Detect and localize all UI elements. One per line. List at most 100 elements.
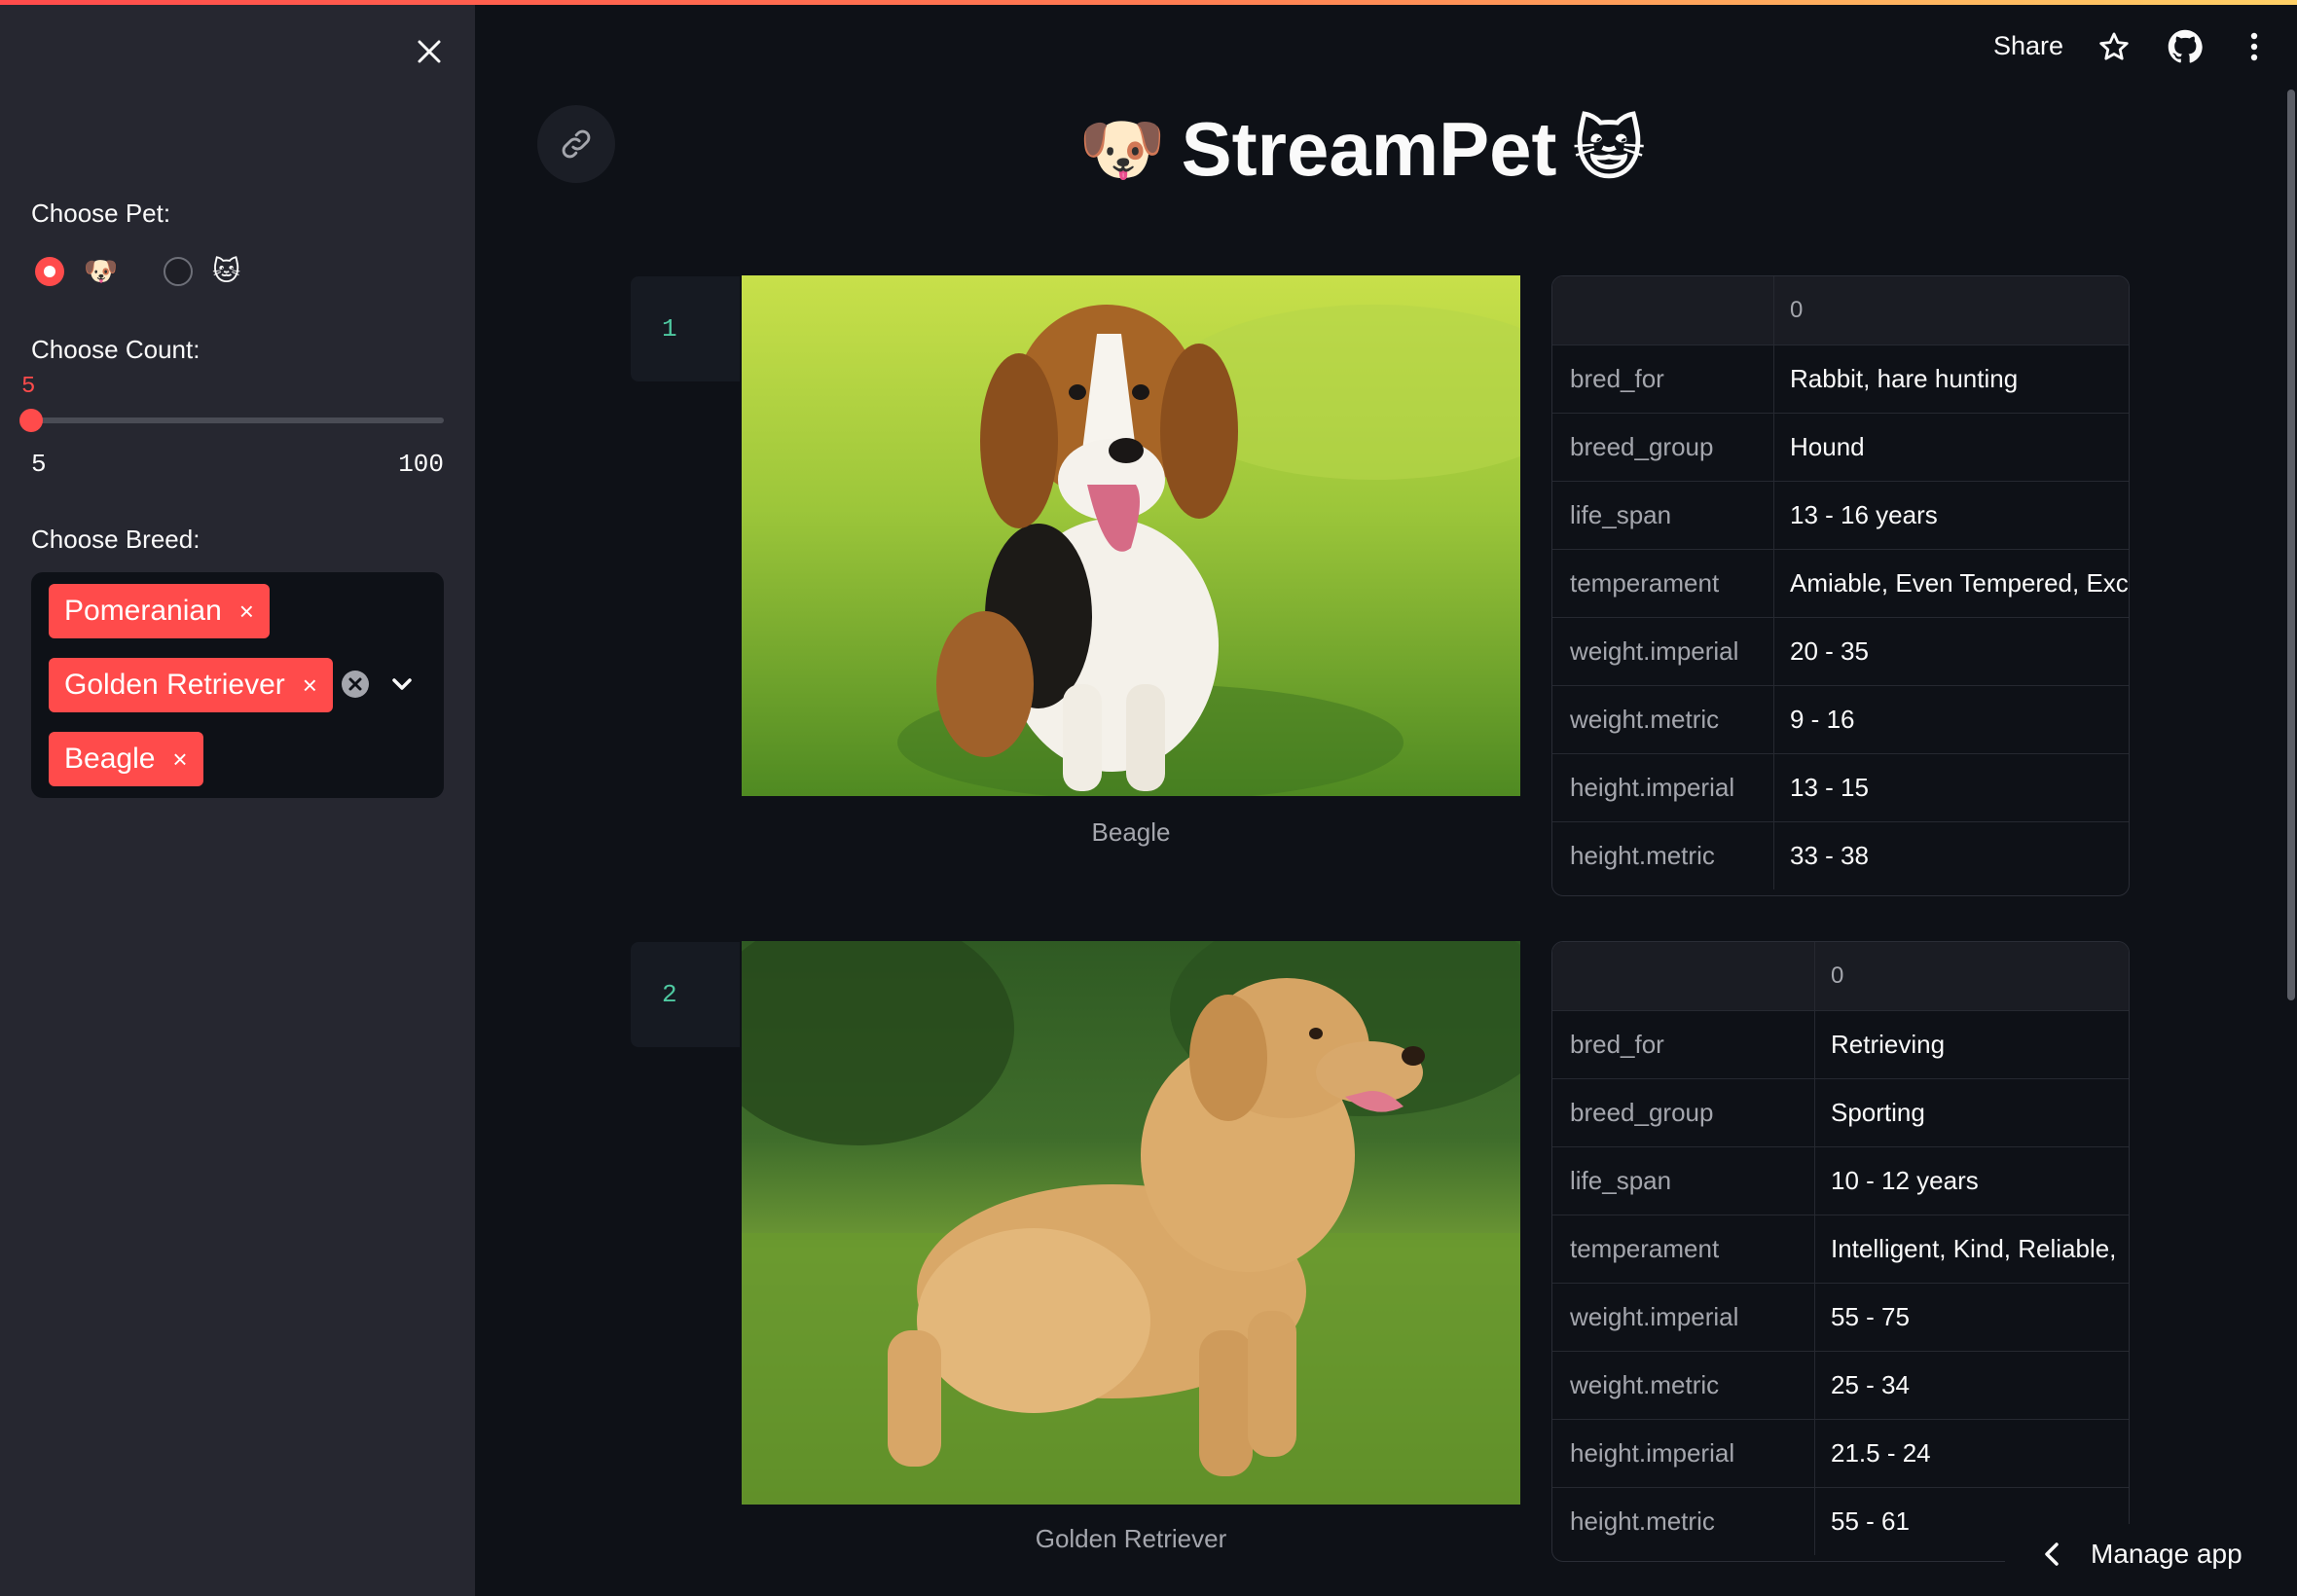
- count-slider-thumb[interactable]: [19, 409, 43, 432]
- row-index: 1: [631, 276, 740, 381]
- row-value: 13 - 16 years: [1790, 500, 1938, 529]
- row-key: bred_for: [1552, 345, 1774, 413]
- table-row: bred_for Retrieving: [1552, 1010, 2129, 1078]
- close-sidebar-button[interactable]: [409, 31, 450, 72]
- row-key: weight.imperial: [1552, 618, 1774, 685]
- row-value: Amiable, Even Tempered, Exci: [1790, 568, 2129, 598]
- page-scrollbar[interactable]: [2287, 90, 2295, 1000]
- table-row: weight.imperial 55 - 75: [1552, 1283, 2129, 1351]
- table-header-row: 0: [1552, 276, 2129, 345]
- breed-chip-label: Pomeranian: [64, 595, 222, 627]
- row-key: life_span: [1552, 482, 1774, 549]
- column-header: 0: [1831, 962, 1844, 989]
- row-key: temperament: [1552, 1215, 1815, 1283]
- count-slider-value: 5: [21, 374, 36, 400]
- anchor-link-button[interactable]: [537, 105, 615, 183]
- github-icon: [2168, 29, 2203, 63]
- pet-radio-dog[interactable]: [35, 257, 64, 286]
- table-row: weight.metric 9 - 16: [1552, 685, 2129, 753]
- manage-app-button[interactable]: Manage app: [2005, 1524, 2289, 1584]
- row-key: breed_group: [1552, 1079, 1815, 1146]
- row-key: height.imperial: [1552, 754, 1774, 821]
- choose-pet-label: Choose Pet:: [31, 199, 171, 228]
- clear-all-icon[interactable]: [341, 670, 370, 699]
- table-row: height.imperial 21.5 - 24: [1552, 1419, 2129, 1487]
- table-row: breed_group Hound: [1552, 413, 2129, 481]
- row-value: 55 - 75: [1831, 1302, 1910, 1331]
- column-header: 0: [1790, 297, 1804, 323]
- pet-radio-cat[interactable]: [164, 257, 193, 286]
- share-button[interactable]: Share: [1993, 31, 2063, 61]
- row-key: breed_group: [1552, 414, 1774, 481]
- row-key: height.imperial: [1552, 1420, 1815, 1487]
- breed-chip: Pomeranian ×: [49, 584, 270, 638]
- choose-count-label: Choose Count:: [31, 335, 201, 364]
- remove-chip-icon[interactable]: ×: [172, 744, 187, 775]
- choose-breed-label: Choose Breed:: [31, 525, 201, 554]
- row-key: weight.metric: [1552, 686, 1774, 753]
- close-icon: [418, 40, 441, 63]
- kebab-menu-icon: [2250, 32, 2258, 61]
- row-value: Rabbit, hare hunting: [1790, 364, 2019, 393]
- row-key: bred_for: [1552, 1011, 1815, 1078]
- table-row: breed_group Sporting: [1552, 1078, 2129, 1146]
- row-key: temperament: [1552, 550, 1774, 617]
- github-button[interactable]: [2166, 27, 2205, 66]
- beagle-image: [742, 275, 1520, 796]
- table-row: life_span 13 - 16 years: [1552, 481, 2129, 549]
- row-value: Intelligent, Kind, Reliable,: [1831, 1234, 2117, 1263]
- count-slider-min: 5: [31, 450, 47, 479]
- breed-multiselect[interactable]: Pomeranian × Golden Retriever × Beagle ×: [31, 572, 444, 798]
- row-value: Sporting: [1831, 1098, 1925, 1127]
- chevron-down-icon[interactable]: [389, 673, 415, 695]
- row-key: life_span: [1552, 1147, 1815, 1215]
- dog-face-emoji: 🐶: [1078, 110, 1166, 189]
- row-value: 33 - 38: [1790, 841, 1869, 870]
- row-value: 9 - 16: [1790, 705, 1855, 734]
- table-row: life_span 10 - 12 years: [1552, 1146, 2129, 1215]
- table-row: bred_for Rabbit, hare hunting: [1552, 345, 2129, 413]
- row-key: height.metric: [1552, 1488, 1815, 1555]
- row-value: 13 - 15: [1790, 773, 1869, 802]
- main-menu-button[interactable]: [2235, 27, 2274, 66]
- cat-emoji: 🐱: [212, 256, 241, 286]
- page-title: 🐶 StreamPet 😺: [1078, 102, 1646, 196]
- breed-chip: Beagle ×: [49, 732, 203, 786]
- table-row: weight.imperial 20 - 35: [1552, 617, 2129, 685]
- row-key: height.metric: [1552, 822, 1774, 889]
- sidebar: Choose Pet: 🐶 🐱 Choose Count: 5 5 100 Ch…: [0, 0, 475, 1596]
- golden-retriever-photo: [742, 941, 1520, 1505]
- table-row: height.metric 33 - 38: [1552, 821, 2129, 889]
- row-value: 25 - 34: [1831, 1370, 1910, 1399]
- row-value: 10 - 12 years: [1831, 1166, 1979, 1195]
- table-row: weight.metric 25 - 34: [1552, 1351, 2129, 1419]
- golden-retriever-image: [742, 941, 1520, 1505]
- table-row: temperament Intelligent, Kind, Reliable,: [1552, 1215, 2129, 1283]
- chevron-left-icon: [2045, 1542, 2059, 1566]
- cat-face-emoji: 😺: [1572, 111, 1646, 189]
- breed-info-table: 0 bred_for Retrieving breed_group Sporting…: [1551, 941, 2130, 1562]
- row-value: 20 - 35: [1790, 636, 1869, 666]
- table-row: height.imperial 13 - 15: [1552, 753, 2129, 821]
- table-header-row: 0: [1552, 942, 2129, 1010]
- table-corner-cell: [1552, 276, 1774, 345]
- breed-chip-label: Beagle: [64, 743, 156, 775]
- page-title-text: StreamPet: [1181, 105, 1557, 192]
- count-slider-track[interactable]: [31, 417, 444, 423]
- remove-chip-icon[interactable]: ×: [303, 671, 317, 701]
- remove-chip-icon[interactable]: ×: [239, 597, 254, 627]
- row-key: weight.metric: [1552, 1352, 1815, 1419]
- breed-chip-label: Golden Retriever: [64, 669, 285, 701]
- beagle-photo: [742, 275, 1520, 796]
- table-row: temperament Amiable, Even Tempered, Exci: [1552, 549, 2129, 617]
- link-icon: [562, 129, 591, 159]
- dog-emoji: 🐶: [84, 256, 118, 286]
- manage-app-label: Manage app: [2091, 1539, 2242, 1569]
- star-icon: [2099, 32, 2129, 60]
- row-value: 21.5 - 24: [1831, 1438, 1931, 1468]
- row-key: weight.imperial: [1552, 1284, 1815, 1351]
- top-decoration-bar: [0, 0, 2297, 5]
- row-value: Hound: [1790, 432, 1865, 461]
- row-index: 2: [631, 942, 740, 1047]
- star-button[interactable]: [2095, 27, 2133, 66]
